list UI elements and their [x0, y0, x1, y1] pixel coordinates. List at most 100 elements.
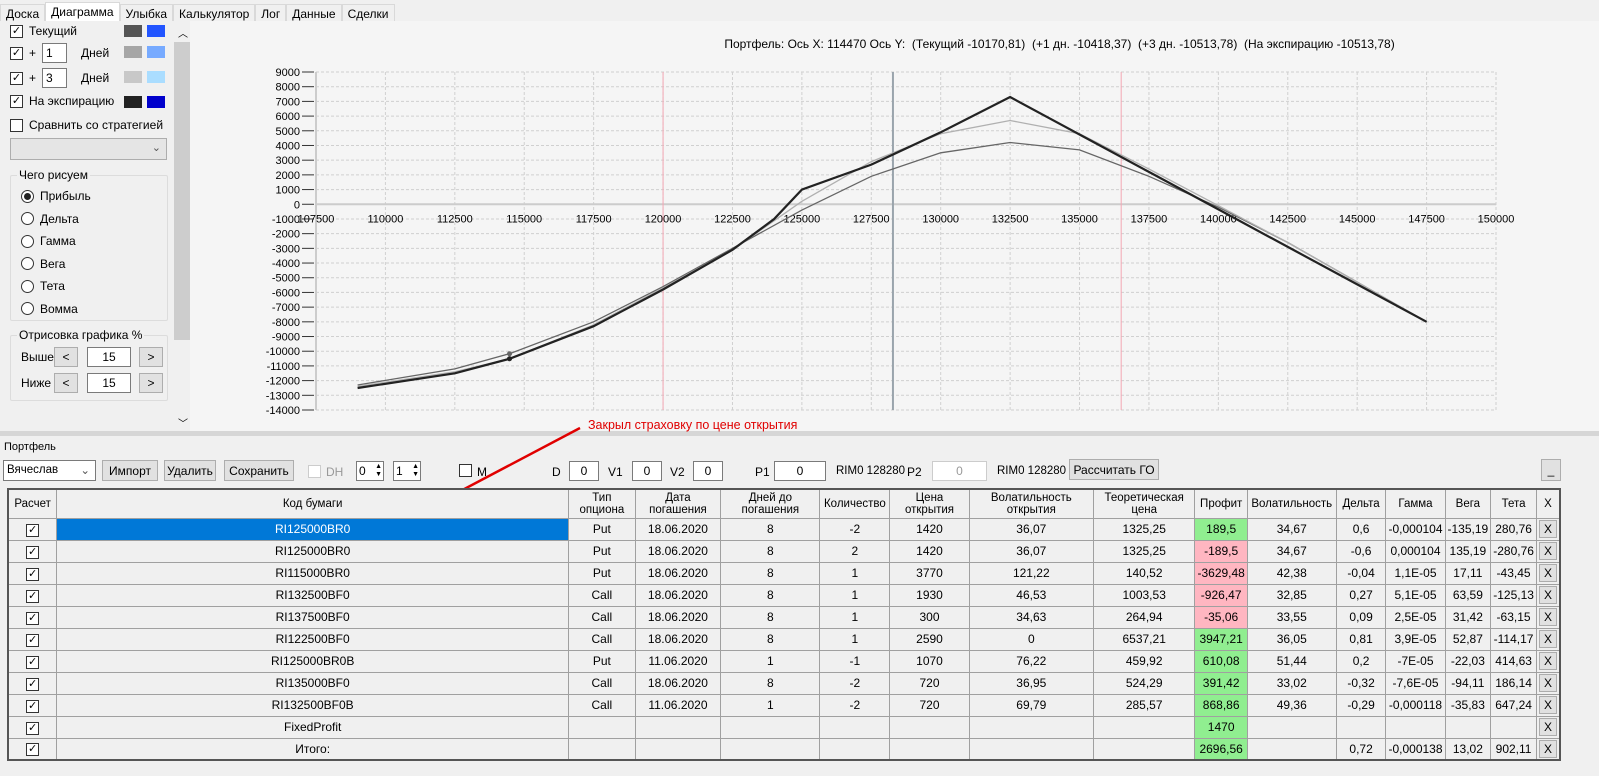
draw-option-0[interactable]: Прибыль	[21, 189, 91, 203]
draw-option-5[interactable]: Вомма	[21, 302, 78, 316]
delete-row-button[interactable]: X	[1538, 739, 1557, 758]
plus1-days-input[interactable]: 1	[42, 43, 68, 63]
calc-cell[interactable]: ✓	[7, 517, 58, 541]
cell-код-бумаги[interactable]: RI125000BR0	[56, 517, 570, 541]
column-header[interactable]: Волатильность открытия	[968, 488, 1094, 519]
column-header[interactable]: Расчет	[7, 488, 58, 519]
delete-row-button[interactable]: X	[1538, 564, 1557, 582]
cell-код-бумаги[interactable]: FixedProfit	[56, 715, 570, 739]
column-header[interactable]: Гамма	[1385, 488, 1446, 519]
expiration-color-1[interactable]	[124, 96, 142, 108]
above-decrease-button[interactable]: <	[54, 347, 78, 367]
table-row[interactable]: ✓ RI122500BF0 Call 18.06.2020 8 1 2590 0 6537,21…	[7, 627, 1561, 651]
d-input[interactable]: 0	[569, 461, 599, 481]
scroll-up-icon[interactable]: ︿	[178, 25, 188, 40]
plus3-days-input[interactable]: 3	[42, 68, 68, 88]
cell-код-бумаги[interactable]: RI115000BR0	[56, 561, 570, 585]
calc-checkbox[interactable]: ✓	[26, 699, 40, 713]
current-color-1[interactable]	[124, 25, 142, 37]
draw-option-2[interactable]: Гамма	[21, 234, 76, 248]
plus3-color-2[interactable]	[147, 71, 165, 83]
calc-cell[interactable]: ✓	[7, 671, 58, 695]
cell-код-бумаги[interactable]: RI122500BF0	[56, 627, 570, 651]
plus3-checkbox[interactable]: ✓	[10, 71, 23, 85]
calc-checkbox[interactable]: ✓	[26, 677, 40, 691]
calc-cell[interactable]: ✓	[7, 583, 58, 607]
current-checkbox[interactable]: ✓	[10, 24, 23, 38]
chart-canvas[interactable]: 9000 8000 7000 6000 5000 4000 3000 2000 1000 0 -10…	[190, 21, 1599, 431]
calc-cell[interactable]: ✓	[7, 627, 58, 651]
column-header[interactable]: Профит	[1194, 488, 1248, 519]
dh-checkbox[interactable]	[308, 465, 321, 478]
radio-icon[interactable]	[21, 302, 34, 315]
calc-checkbox[interactable]: ✓	[26, 589, 40, 603]
calc-cell[interactable]: ✓	[7, 561, 58, 585]
table-row[interactable]: ✓ RI132500BF0 Call 18.06.2020 8 1 1930 46,53 100…	[7, 583, 1561, 607]
calc-checkbox[interactable]: ✓	[26, 633, 40, 647]
delete-row-button[interactable]: X	[1538, 542, 1557, 560]
below-increase-button[interactable]: >	[139, 373, 163, 393]
v1-input[interactable]: 0	[632, 461, 662, 481]
table-row[interactable]: ✓ RI137500BF0 Call 18.06.2020 8 1 300 34,63 264,…	[7, 605, 1561, 629]
tab-2[interactable]: Улыбка	[119, 4, 174, 22]
cell-код-бумаги[interactable]: RI125000BR0B	[56, 649, 570, 673]
splitter[interactable]	[0, 431, 1599, 436]
dh-spinner-b[interactable]: 1 ▲ ▼	[393, 461, 421, 481]
delete-row-button[interactable]: X	[1538, 608, 1557, 626]
expiration-color-2[interactable]	[147, 96, 165, 108]
calc-checkbox[interactable]: ✓	[26, 523, 40, 537]
calc-cell[interactable]: ✓	[7, 539, 58, 563]
column-header[interactable]: X	[1535, 488, 1561, 519]
delete-row-button[interactable]: X	[1538, 652, 1557, 670]
spinner-arrows-icon[interactable]: ▲ ▼	[375, 463, 382, 479]
column-header[interactable]: Дней до погашения	[720, 488, 821, 519]
cell-код-бумаги[interactable]: RI135000BF0	[56, 671, 570, 695]
below-input[interactable]: 15	[87, 373, 131, 393]
p1-input[interactable]: 0	[774, 461, 826, 481]
calc-cell[interactable]: ✓	[7, 715, 58, 739]
table-row[interactable]: ✓ RI125000BR0 Put 18.06.2020 8 -2 1420 36,07 132…	[7, 517, 1561, 541]
delete-button[interactable]: Удалить	[164, 460, 216, 481]
column-header[interactable]: Дата погашения	[634, 488, 722, 519]
current-color-2[interactable]	[147, 25, 165, 37]
column-header[interactable]: Тета	[1490, 488, 1537, 519]
calc-checkbox[interactable]: ✓	[26, 655, 40, 669]
save-button[interactable]: Сохранить	[224, 460, 294, 481]
settings-scrollbar[interactable]: ︿ ﹀	[174, 21, 190, 431]
import-button[interactable]: Импорт	[102, 460, 158, 481]
calc-checkbox[interactable]: ✓	[26, 545, 40, 559]
p2-input[interactable]: 0	[932, 461, 987, 481]
scrollbar-thumb[interactable]	[174, 42, 190, 340]
tab-1[interactable]: Диаграмма	[45, 2, 120, 23]
delete-row-button[interactable]: X	[1538, 586, 1557, 604]
radio-icon[interactable]	[21, 189, 34, 203]
delete-row-button[interactable]: X	[1538, 696, 1557, 714]
table-row[interactable]: ✓ Итого: 2696,56 0,72 -0,000138 13,02 902,11 X	[7, 737, 1561, 761]
plus1-color-2[interactable]	[147, 46, 165, 58]
above-input[interactable]: 15	[87, 347, 131, 367]
cell-код-бумаги[interactable]: RI125000BR0	[56, 539, 570, 563]
radio-icon[interactable]	[21, 279, 34, 293]
table-row[interactable]: ✓ RI125000BR0B Put 11.06.2020 1 -1 1070 76,22 45…	[7, 649, 1561, 673]
table-row[interactable]: ✓ FixedProfit 1470 X	[7, 715, 1561, 739]
draw-option-3[interactable]: Вега	[21, 257, 65, 271]
spinner-arrows-icon[interactable]: ▲ ▼	[412, 463, 419, 479]
delete-row-button[interactable]: X	[1538, 520, 1557, 538]
scroll-down-icon[interactable]: ﹀	[178, 415, 188, 430]
calc-go-button[interactable]: Рассчитать ГО	[1069, 459, 1159, 480]
draw-option-1[interactable]: Дельта	[21, 212, 79, 226]
cell-код-бумаги[interactable]: Итого:	[56, 737, 570, 761]
delete-row-button[interactable]: X	[1538, 718, 1557, 736]
above-increase-button[interactable]: >	[139, 347, 163, 367]
column-header[interactable]: Код бумаги	[56, 488, 570, 519]
tab-4[interactable]: Лог	[255, 4, 287, 22]
calc-checkbox[interactable]: ✓	[26, 567, 40, 581]
dh-spinner-a[interactable]: 0 ▲ ▼	[356, 461, 384, 481]
tab-5[interactable]: Данные	[286, 4, 342, 22]
radio-icon[interactable]	[21, 212, 34, 225]
radio-icon[interactable]	[21, 234, 34, 248]
column-header[interactable]: Количество	[819, 488, 891, 519]
cell-код-бумаги[interactable]: RI132500BF0	[56, 583, 570, 607]
table-row[interactable]: ✓ RI132500BF0B Call 11.06.2020 1 -2 720 69,79 28…	[7, 693, 1561, 717]
column-header[interactable]: Вега	[1444, 488, 1492, 519]
